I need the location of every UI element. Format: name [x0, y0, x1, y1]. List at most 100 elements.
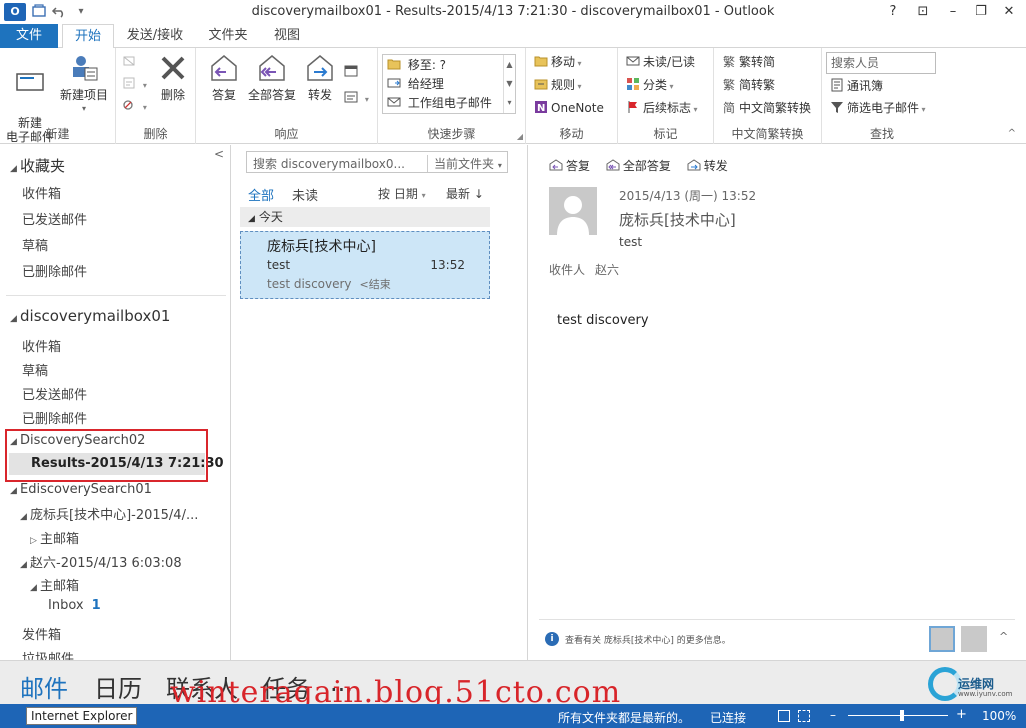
- tab-send-receive[interactable]: 发送/接收: [120, 24, 190, 48]
- sort-order-toggle[interactable]: 最新 ↓: [446, 185, 484, 202]
- svg-text:繁: 繁: [723, 54, 735, 68]
- close-button[interactable]: ✕: [996, 2, 1022, 22]
- recipient-name[interactable]: 赵六: [595, 263, 619, 277]
- expand-triangle-icon: ◢: [20, 560, 27, 570]
- unread-read-button[interactable]: 未读/已读: [626, 52, 695, 72]
- fav-sent[interactable]: 已发送邮件: [22, 209, 87, 228]
- group-header-today[interactable]: ◢ 今天: [240, 207, 490, 227]
- meeting-button[interactable]: [344, 62, 361, 82]
- people-avatar-recipient[interactable]: [961, 626, 987, 652]
- folder-junk[interactable]: 垃圾邮件: [22, 648, 74, 660]
- status-connected[interactable]: 已连接: [710, 709, 746, 726]
- favorites-header[interactable]: ◢ 收藏夹: [10, 155, 65, 176]
- filter-email-button[interactable]: 筛选电子邮件 ▾: [830, 98, 926, 118]
- window-title: discoverymailbox01 - Results-2015/4/13 7…: [251, 4, 775, 19]
- quick-step-move-to-label: 移至: ?: [407, 58, 447, 72]
- message-item-selected[interactable]: 庞标兵[技术中心] test 13:52 test discovery <结束: [240, 231, 490, 299]
- people-avatar-sender[interactable]: [929, 626, 955, 652]
- folder-main-mailbox-2[interactable]: ◢ 主邮箱: [30, 575, 79, 594]
- reading-reply-all-button[interactable]: 全部答复: [606, 157, 671, 174]
- fav-deleted[interactable]: 已删除邮件: [22, 261, 87, 280]
- sort-by-date-dropdown[interactable]: 按 日期 ▾: [378, 185, 426, 202]
- folder-zhao[interactable]: ◢ 赵六-2015/4/13 6:03:08: [20, 552, 182, 571]
- tab-view[interactable]: 视图: [264, 24, 310, 48]
- delete-button[interactable]: 删除: [154, 52, 192, 102]
- folder-pane: < ◢ 收藏夹 收件箱 已发送邮件 草稿 已删除邮件 ◢ discoverymail…: [0, 145, 231, 660]
- mailbox-header[interactable]: ◢ discoverymailbox01: [10, 307, 170, 325]
- address-book-button[interactable]: 通讯簿: [830, 76, 883, 96]
- more-respond-button[interactable]: ▾: [344, 88, 369, 108]
- move-button[interactable]: 移动 ▾: [534, 52, 582, 72]
- folder-inbox[interactable]: Inbox 1: [48, 598, 101, 613]
- reading-view-icon[interactable]: [798, 710, 810, 722]
- rules-icon: [534, 79, 548, 90]
- mailbox-deleted[interactable]: 已删除邮件: [22, 408, 87, 427]
- maximize-button[interactable]: ❐: [968, 2, 994, 22]
- search-scope-dropdown[interactable]: 当前文件夹 ▾: [427, 155, 502, 172]
- reply-all-button[interactable]: 全部答复: [244, 52, 300, 102]
- reading-forward-button[interactable]: 转发: [687, 157, 728, 174]
- collapse-ribbon-icon[interactable]: ^: [1008, 128, 1016, 139]
- reply-button[interactable]: 答复: [204, 52, 244, 102]
- categorize-button[interactable]: 分类 ▾: [626, 75, 674, 95]
- address-book-label: 通讯簿: [847, 79, 884, 93]
- message-sender-name[interactable]: 庞标兵[技术中心]: [619, 209, 736, 230]
- rules-button[interactable]: 规则 ▾: [534, 75, 582, 95]
- quick-steps-dialog-launcher-icon[interactable]: ◢: [517, 132, 523, 141]
- zoom-out-icon[interactable]: –: [830, 708, 836, 722]
- mailbox-inbox[interactable]: 收件箱: [22, 336, 61, 355]
- chinese-conversion-label: 中文简繁转换: [739, 101, 812, 115]
- folder-ediscoverysearch01[interactable]: ◢ EdiscoverySearch01: [10, 482, 152, 497]
- quick-steps-scrollbar[interactable]: ▲ ▼ ▾: [503, 55, 515, 113]
- new-items-button[interactable]: 新建项目 ▾: [58, 52, 110, 116]
- reply-all-icon: [259, 55, 285, 81]
- onenote-button[interactable]: N OneNote: [534, 98, 604, 118]
- quick-step-move-to[interactable]: 移至: ?: [387, 56, 446, 74]
- minimize-folder-pane-icon[interactable]: <: [214, 147, 224, 161]
- folder-outbox[interactable]: 发件箱: [22, 624, 61, 643]
- zoom-in-icon[interactable]: +: [956, 707, 967, 722]
- minimize-button[interactable]: –: [940, 2, 966, 22]
- folder-main-mailbox-1[interactable]: ▷ 主邮箱: [30, 528, 79, 547]
- search-mailbox-input[interactable]: 搜索 discoverymailbox0... 当前文件夹 ▾: [246, 151, 508, 173]
- traditional-to-simplified-button[interactable]: 繁繁转简: [722, 52, 775, 72]
- mailbox-sent[interactable]: 已发送邮件: [22, 384, 87, 403]
- ignore-button[interactable]: [122, 52, 139, 72]
- ribbon-display-options-icon[interactable]: ⊡: [910, 2, 936, 22]
- tab-file[interactable]: 文件: [0, 24, 58, 48]
- reading-reply-label: 答复: [566, 159, 591, 173]
- follow-up-button[interactable]: 后续标志 ▾: [626, 98, 698, 118]
- cleanup-button[interactable]: ▾: [122, 74, 147, 94]
- more-respond-icon: [344, 91, 358, 103]
- group-find: 搜索人员 通讯簿 筛选电子邮件 ▾ 查找: [822, 48, 942, 144]
- nav-calendar[interactable]: 日历: [94, 669, 142, 704]
- fav-drafts[interactable]: 草稿: [22, 235, 48, 254]
- tab-folder[interactable]: 文件夹: [198, 24, 258, 48]
- quick-step-team-email[interactable]: 工作组电子邮件: [387, 94, 492, 112]
- sender-avatar[interactable]: [549, 187, 597, 235]
- junk-button[interactable]: ▾: [122, 96, 147, 116]
- zoom-slider-handle[interactable]: [900, 710, 904, 721]
- quick-step-to-manager[interactable]: 给经理: [387, 75, 444, 93]
- tab-home[interactable]: 开始: [62, 24, 114, 49]
- nav-mail[interactable]: 邮件: [20, 669, 68, 704]
- reading-reply-button[interactable]: 答复: [549, 157, 590, 174]
- help-button[interactable]: ?: [880, 2, 906, 22]
- reading-pane: 答复 全部答复 转发 2015/4/13 (周一) 13:52 庞标兵[技术中心…: [529, 145, 1026, 660]
- zoom-slider-track[interactable]: [848, 715, 948, 716]
- folder-pang[interactable]: ◢ 庞标兵[技术中心]-2015/4/...: [20, 504, 198, 523]
- people-info-text[interactable]: 查看有关 庞标兵[技术中心] 的更多信息。: [565, 633, 731, 646]
- expand-people-pane-icon[interactable]: ^: [999, 630, 1008, 643]
- normal-view-icon[interactable]: [778, 710, 790, 722]
- simplified-to-traditional-button[interactable]: 繁简转繁: [722, 75, 775, 95]
- fav-inbox[interactable]: 收件箱: [22, 183, 61, 202]
- forward-button[interactable]: 转发: [300, 52, 340, 102]
- forward-label: 转发: [307, 88, 332, 102]
- mailbox-drafts[interactable]: 草稿: [22, 360, 48, 379]
- filter-unread-tab[interactable]: 未读: [292, 185, 318, 204]
- zoom-level[interactable]: 100%: [982, 709, 1016, 723]
- filter-all-tab[interactable]: 全部: [248, 185, 274, 204]
- cleanup-icon: [123, 77, 135, 89]
- search-people-input[interactable]: 搜索人员: [826, 52, 936, 74]
- chinese-conversion-button[interactable]: 简中文简繁转换: [722, 98, 811, 118]
